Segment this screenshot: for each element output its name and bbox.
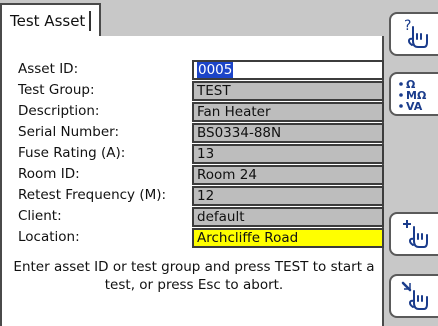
instruction-line-1: Enter asset ID or test group and press T… [13,259,375,275]
test-group-field[interactable]: TEST [192,81,384,101]
serial-number-row: Serial Number: BS0334-88N [18,123,386,143]
tab-test-asset[interactable]: Test Asset [0,3,102,36]
client-row: Client: default [18,207,386,227]
location-field[interactable]: Archcliffe Road [192,228,384,248]
room-id-label: Room ID: [18,166,80,182]
fuse-rating-field[interactable]: 13 [192,144,384,164]
serial-number-label: Serial Number: [18,124,120,140]
retest-frequency-row: Retest Frequency (M): 12 [18,186,386,206]
tab-bar: Test Asset [0,0,386,36]
client-field[interactable]: default [192,207,384,227]
help-softkey[interactable]: ? [389,12,438,56]
svg-text:?: ? [404,18,411,34]
edit-softkey[interactable] [389,274,438,318]
tab-title: Test Asset [10,11,86,30]
fuse-rating-label: Fuse Rating (A): [18,145,126,161]
tab-separator [89,10,92,31]
unit-va: VA [406,100,423,113]
add-softkey[interactable] [389,212,438,256]
test-group-row: Test Group: TEST [18,81,386,101]
test-asset-form: Asset ID: 0005 Test Group: TEST Descript… [0,36,384,326]
client-label: Client: [18,208,62,224]
measure-softkey[interactable]: Ω MΩ VA [389,72,438,116]
room-id-field[interactable]: Room 24 [192,165,384,185]
location-row: Location: Archcliffe Road [18,228,386,248]
asset-id-row: Asset ID: 0005 [18,60,386,80]
instruction-text: Enter asset ID or test group and press T… [10,258,378,294]
description-row: Description: Fan Heater [18,102,386,122]
asset-id-value: 0005 [197,62,234,78]
fuse-rating-row: Fuse Rating (A): 13 [18,144,386,164]
description-field[interactable]: Fan Heater [192,102,384,122]
serial-number-field[interactable]: BS0334-88N [192,123,384,143]
description-label: Description: [18,103,100,119]
measure-units-icon: Ω MΩ VA [398,78,426,113]
instruction-line-2: test, or press Esc to abort. [104,277,284,293]
help-hand-icon: ? [404,18,428,48]
add-hand-icon [402,220,428,248]
room-id-row: Room ID: Room 24 [18,165,386,185]
retest-frequency-label: Retest Frequency (M): [18,187,167,203]
retest-frequency-field[interactable]: 12 [192,186,384,206]
asset-id-label: Asset ID: [18,61,79,77]
asset-id-field[interactable]: 0005 [192,60,384,80]
test-group-label: Test Group: [18,82,95,98]
location-label: Location: [18,229,80,245]
edit-hand-icon [401,281,428,310]
